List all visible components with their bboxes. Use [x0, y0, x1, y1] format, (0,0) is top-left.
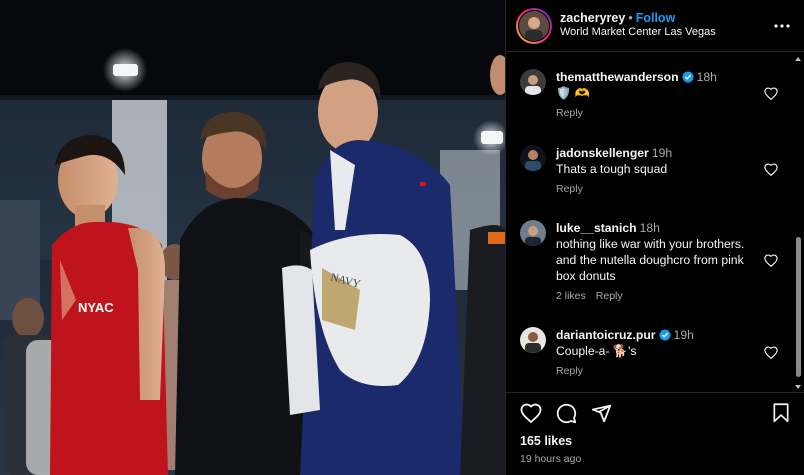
post-actions: [520, 403, 790, 427]
header-separator: •: [628, 10, 633, 25]
profile-avatar-image: [519, 10, 549, 41]
reply-button[interactable]: Reply: [556, 107, 583, 119]
reply-button[interactable]: Reply: [556, 183, 583, 195]
heart-icon[interactable]: [520, 403, 542, 423]
follow-button[interactable]: Follow: [636, 11, 676, 25]
likes-count[interactable]: 165 likes: [520, 434, 572, 448]
svg-text:NYAC: NYAC: [78, 300, 114, 315]
comment-item: luke__stanich 18h nothing like war with y…: [520, 220, 778, 304]
comment-item: thematthewanderson 18h 🛡️ 🫶 Reply: [520, 69, 778, 121]
commenter-avatar[interactable]: [520, 145, 546, 171]
more-options-icon[interactable]: [770, 14, 794, 38]
post-timestamp[interactable]: 19 hours ago: [520, 453, 581, 465]
comment-text: Couple-a- 🐕's: [556, 344, 637, 359]
comment-body: jadonskellenger 19h Thats a tough squad R…: [556, 145, 778, 197]
share-icon[interactable]: [591, 403, 612, 424]
post-username[interactable]: zacheryrey: [560, 11, 625, 25]
comment-time: 18h: [696, 70, 717, 84]
comment-meta: 2 likes Reply: [556, 290, 756, 304]
reply-button[interactable]: Reply: [556, 365, 583, 377]
comment-text: nothing like war with your brothers. and…: [556, 237, 745, 284]
comment-body: thematthewanderson 18h 🛡️ 🫶 Reply: [556, 69, 778, 121]
comment-text: Thats a tough squad: [556, 162, 668, 177]
instagram-post-viewer: NYAC NAVY zacheryrey • Follow World Mark…: [0, 0, 804, 475]
scrollbar-thumb[interactable]: [796, 237, 801, 377]
comment-body: luke__stanich 18h nothing like war with y…: [556, 220, 778, 304]
scroll-up-icon[interactable]: [794, 55, 802, 63]
profile-avatar[interactable]: [516, 7, 552, 44]
heart-icon[interactable]: [764, 254, 778, 267]
comment-text: 🛡️ 🫶: [556, 86, 590, 101]
comment-item: dariantoicruz.pur 19h Couple-a- 🐕's Reply: [520, 327, 778, 379]
verified-badge-icon: [659, 329, 671, 341]
commenter-avatar[interactable]: [520, 327, 546, 353]
heart-icon[interactable]: [764, 87, 778, 100]
comment-time: 19h: [651, 146, 673, 160]
heart-icon[interactable]: [764, 346, 778, 359]
comment-meta: Reply: [556, 183, 756, 197]
comment-username[interactable]: luke__stanich: [556, 221, 637, 235]
comments-scrollbar[interactable]: [794, 55, 802, 391]
comment-body: dariantoicruz.pur 19h Couple-a- 🐕's Reply: [556, 327, 778, 379]
verified-badge-icon: [682, 71, 694, 83]
header-text: zacheryrey • Follow World Market Center La…: [560, 11, 770, 40]
header-line: zacheryrey • Follow: [560, 11, 770, 27]
comment-meta: Reply: [556, 365, 756, 379]
reply-button[interactable]: Reply: [596, 290, 623, 302]
comment-meta: Reply: [556, 107, 756, 121]
comment-icon[interactable]: [556, 403, 577, 424]
post-header: zacheryrey • Follow World Market Center La…: [506, 0, 804, 52]
comment-username[interactable]: dariantoicruz.pur: [556, 328, 656, 342]
comment-likes[interactable]: 2 likes: [556, 290, 586, 302]
scroll-down-icon[interactable]: [794, 383, 802, 391]
actions-divider: [506, 392, 804, 393]
comment-time: 19h: [673, 328, 694, 342]
comment-time: 18h: [639, 221, 660, 235]
comment-username[interactable]: thematthewanderson: [556, 70, 679, 84]
bookmark-icon[interactable]: [772, 403, 790, 423]
post-photo[interactable]: NYAC NAVY: [0, 0, 505, 475]
wrestlers-photo: NYAC NAVY: [0, 0, 505, 475]
commenter-avatar[interactable]: [520, 220, 546, 246]
comment-item: jadonskellenger 19h Thats a tough squad R…: [520, 145, 778, 197]
post-side-panel: zacheryrey • Follow World Market Center La…: [505, 0, 804, 475]
comments-list[interactable]: thematthewanderson 18h 🛡️ 🫶 Reply jadonsk…: [506, 52, 792, 390]
post-location[interactable]: World Market Center Las Vegas: [560, 26, 770, 40]
comment-username[interactable]: jadonskellenger: [556, 146, 649, 160]
commenter-avatar[interactable]: [520, 69, 546, 95]
heart-icon[interactable]: [764, 163, 778, 176]
